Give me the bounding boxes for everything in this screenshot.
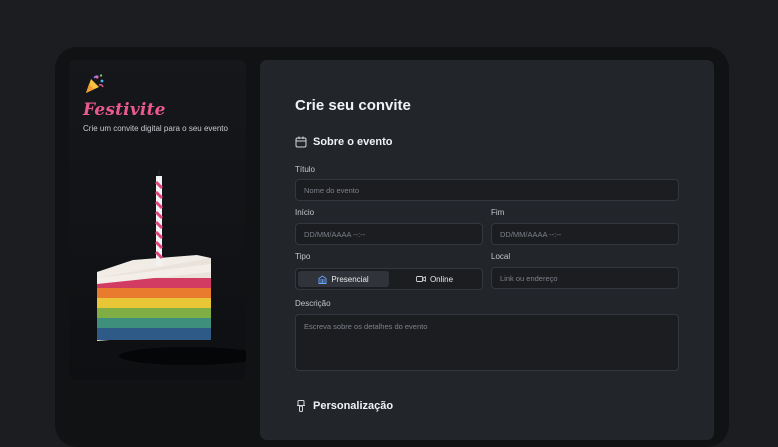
description-label: Descrição xyxy=(295,299,331,308)
video-icon xyxy=(415,276,426,282)
start-datetime-input[interactable]: DD/MM/AAAA --:-- xyxy=(295,223,483,245)
end-datetime-input[interactable]: DD/MM/AAAA --:-- xyxy=(491,223,679,245)
type-label: Tipo xyxy=(295,252,311,261)
type-option-presencial-label: Presencial xyxy=(331,274,369,284)
brush-icon xyxy=(297,400,305,412)
hero-tagline: Crie um convite digital para o seu event… xyxy=(83,124,228,133)
description-textarea[interactable]: Escreva sobre os detalhes do evento xyxy=(295,314,679,371)
form-title: Crie seu convite xyxy=(295,97,411,114)
title-label: Título xyxy=(295,165,316,174)
type-option-online-label: Online xyxy=(429,274,454,284)
end-label: Fim xyxy=(491,208,505,217)
hero-card: Festivite Crie um convite digital para o… xyxy=(69,60,246,380)
type-option-presencial[interactable]: Presencial xyxy=(298,271,389,287)
location-input[interactable]: Link ou endereço xyxy=(491,267,679,289)
form-panel: Crie seu convite Sobre o evento Título N… xyxy=(260,60,714,440)
location-label: Local xyxy=(491,252,511,261)
building-icon xyxy=(318,274,327,284)
calendar-icon xyxy=(295,136,307,148)
section-about-event-title: Sobre o evento xyxy=(313,136,393,148)
party-popper-icon xyxy=(86,74,104,93)
cake-illustration xyxy=(97,170,246,365)
type-toggle: Presencial Online xyxy=(295,268,483,290)
type-option-online[interactable]: Online xyxy=(389,271,480,287)
section-customization-title: Personalização xyxy=(313,400,394,412)
title-input[interactable]: Nome do evento xyxy=(295,179,679,201)
brand-logo: Festivite xyxy=(83,100,166,120)
section-about-event: Sobre o evento xyxy=(295,136,392,148)
start-label: Início xyxy=(295,208,315,217)
section-customization: Personalização xyxy=(295,400,393,412)
